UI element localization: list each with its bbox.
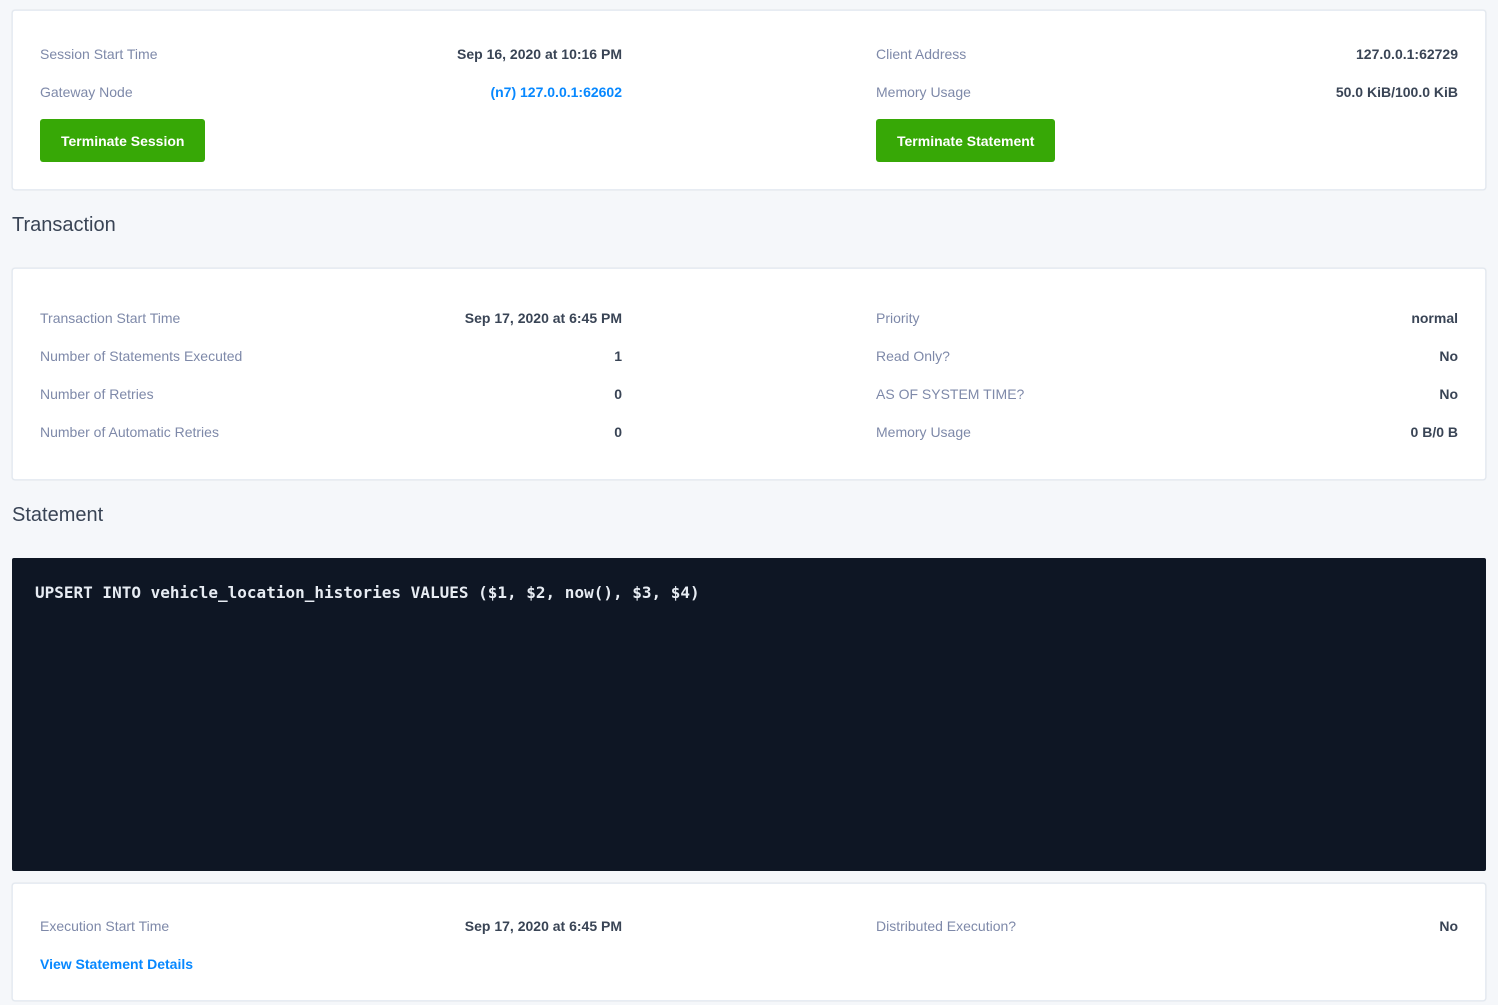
distributed-execution-value: No	[1439, 918, 1458, 934]
retries-label: Number of Retries	[40, 386, 154, 402]
retries-row: Number of Retries 0	[40, 375, 622, 413]
as-of-system-time-row: AS OF SYSTEM TIME? No	[876, 375, 1458, 413]
transaction-start-time-row: Transaction Start Time Sep 17, 2020 at 6…	[40, 299, 622, 337]
terminate-statement-button[interactable]: Terminate Statement	[876, 119, 1055, 162]
priority-label: Priority	[876, 310, 920, 326]
session-start-time-row: Session Start Time Sep 16, 2020 at 10:16…	[40, 35, 622, 73]
terminate-session-button[interactable]: Terminate Session	[40, 119, 205, 162]
transaction-memory-usage-value: 0 B/0 B	[1411, 424, 1458, 440]
execution-start-time-label: Execution Start Time	[40, 918, 169, 934]
view-statement-details-link[interactable]: View Statement Details	[40, 956, 193, 972]
session-details-page: Session Start Time Sep 16, 2020 at 10:16…	[0, 0, 1498, 1001]
transaction-start-time-value: Sep 17, 2020 at 6:45 PM	[465, 310, 622, 326]
transaction-card: Transaction Start Time Sep 17, 2020 at 6…	[12, 268, 1486, 480]
session-summary-card: Session Start Time Sep 16, 2020 at 10:16…	[12, 10, 1486, 190]
automatic-retries-label: Number of Automatic Retries	[40, 424, 219, 440]
statement-heading: Statement	[12, 501, 1486, 529]
transaction-start-time-label: Transaction Start Time	[40, 310, 180, 326]
read-only-value: No	[1439, 348, 1458, 364]
statements-executed-value: 1	[614, 348, 622, 364]
client-address-label: Client Address	[876, 46, 966, 62]
session-memory-usage-label: Memory Usage	[876, 84, 971, 100]
read-only-label: Read Only?	[876, 348, 950, 364]
statements-executed-row: Number of Statements Executed 1	[40, 337, 622, 375]
client-address-value: 127.0.0.1:62729	[1356, 46, 1458, 62]
statement-execution-card: Execution Start Time Sep 17, 2020 at 6:4…	[12, 883, 1486, 1001]
session-start-time-value: Sep 16, 2020 at 10:16 PM	[457, 46, 622, 62]
client-address-row: Client Address 127.0.0.1:62729	[876, 35, 1458, 73]
priority-row: Priority normal	[876, 299, 1458, 337]
session-start-time-label: Session Start Time	[40, 46, 158, 62]
retries-value: 0	[614, 386, 622, 402]
automatic-retries-value: 0	[614, 424, 622, 440]
as-of-system-time-value: No	[1439, 386, 1458, 402]
transaction-left-column: Transaction Start Time Sep 17, 2020 at 6…	[40, 299, 622, 451]
gateway-node-row: Gateway Node (n7) 127.0.0.1:62602	[40, 73, 622, 111]
session-summary-right-column: Client Address 127.0.0.1:62729 Memory Us…	[876, 35, 1458, 162]
sql-statement-text: UPSERT INTO vehicle_location_histories V…	[35, 583, 700, 602]
statements-executed-label: Number of Statements Executed	[40, 348, 242, 364]
priority-value: normal	[1411, 310, 1458, 326]
transaction-heading: Transaction	[12, 211, 1486, 239]
execution-start-time-row: Execution Start Time Sep 17, 2020 at 6:4…	[40, 907, 622, 945]
as-of-system-time-label: AS OF SYSTEM TIME?	[876, 386, 1024, 402]
session-memory-usage-value: 50.0 KiB/100.0 KiB	[1336, 84, 1458, 100]
read-only-row: Read Only? No	[876, 337, 1458, 375]
gateway-node-link[interactable]: (n7) 127.0.0.1:62602	[490, 84, 622, 100]
transaction-memory-usage-label: Memory Usage	[876, 424, 971, 440]
distributed-execution-label: Distributed Execution?	[876, 918, 1016, 934]
gateway-node-label: Gateway Node	[40, 84, 133, 100]
transaction-memory-usage-row: Memory Usage 0 B/0 B	[876, 413, 1458, 451]
execution-start-time-value: Sep 17, 2020 at 6:45 PM	[465, 918, 622, 934]
statement-execution-left-column: Execution Start Time Sep 17, 2020 at 6:4…	[40, 907, 622, 974]
statement-execution-right-column: Distributed Execution? No	[876, 907, 1458, 974]
session-summary-left-column: Session Start Time Sep 16, 2020 at 10:16…	[40, 35, 622, 162]
view-statement-details-row: View Statement Details	[40, 954, 622, 974]
session-memory-usage-row: Memory Usage 50.0 KiB/100.0 KiB	[876, 73, 1458, 111]
automatic-retries-row: Number of Automatic Retries 0	[40, 413, 622, 451]
sql-statement-box: UPSERT INTO vehicle_location_histories V…	[12, 558, 1486, 871]
distributed-execution-row: Distributed Execution? No	[876, 907, 1458, 945]
transaction-right-column: Priority normal Read Only? No AS OF SYST…	[876, 299, 1458, 451]
